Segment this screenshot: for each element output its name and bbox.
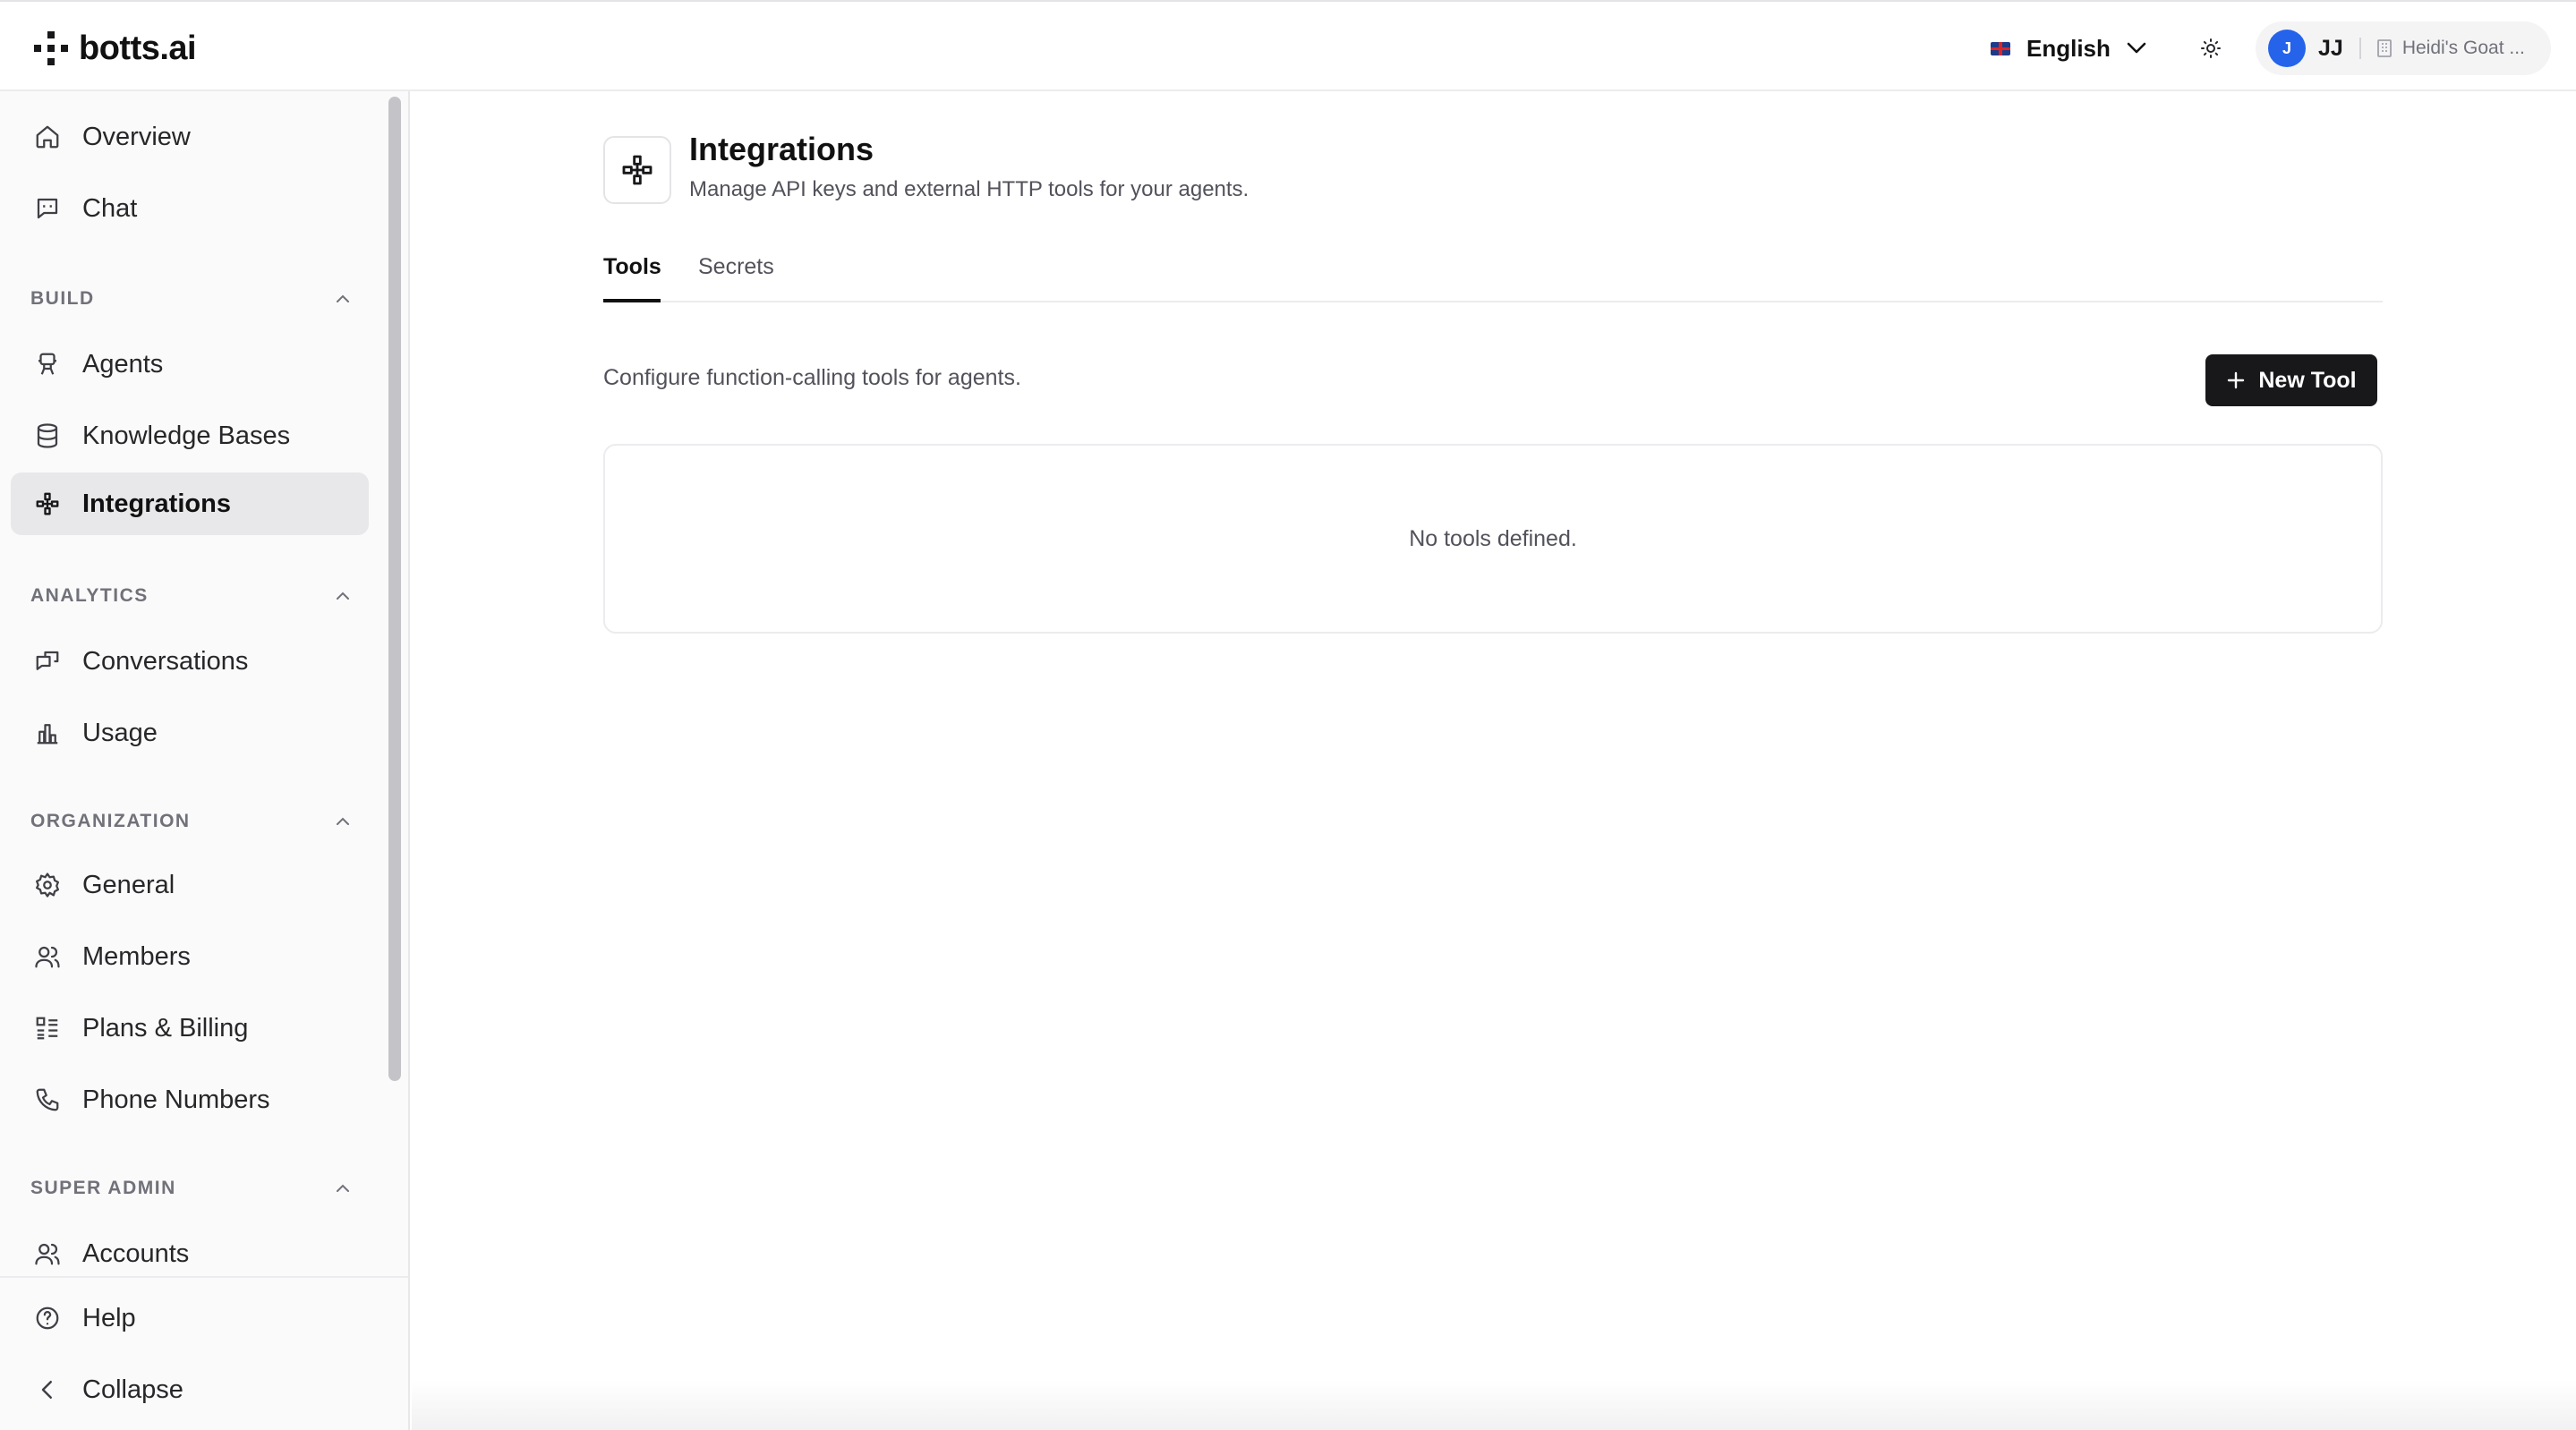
new-tool-label: New Tool: [2258, 367, 2357, 393]
sidebar-item-conversations[interactable]: Conversations: [11, 630, 369, 693]
sidebar-item-general[interactable]: General: [11, 854, 369, 916]
tools-description: Configure function-calling tools for age…: [603, 365, 1021, 390]
sidebar-item-label: Accounts: [82, 1238, 190, 1268]
sidebar-footer: Help Collapse: [0, 1276, 408, 1430]
section-label: BUILD: [30, 288, 95, 309]
building-icon: [2376, 39, 2392, 57]
uk-flag-icon: [1991, 41, 2010, 55]
sidebar-item-label: Integrations: [82, 489, 231, 518]
tab-tools[interactable]: Tools: [603, 243, 661, 302]
section-analytics[interactable]: ANALYTICS: [30, 580, 351, 612]
page-icon: [603, 136, 671, 204]
sidebar-scrollbar[interactable]: [388, 97, 401, 1081]
chevron-up-icon: [337, 1184, 349, 1192]
main-content: Integrations Manage API keys and externa…: [412, 91, 2576, 1430]
sidebar-item-label: Conversations: [82, 646, 249, 676]
sun-icon: [2201, 38, 2221, 58]
section-label: SUPER ADMIN: [30, 1178, 176, 1198]
users-icon: [32, 1238, 63, 1269]
chevron-left-icon: [32, 1375, 63, 1405]
brand-name: botts.ai: [79, 29, 197, 67]
tab-bar: Tools Secrets: [603, 234, 2383, 302]
tab-secrets[interactable]: Secrets: [698, 243, 774, 302]
section-label: ANALYTICS: [30, 585, 149, 606]
help-label: Help: [82, 1303, 136, 1332]
help-button[interactable]: Help: [11, 1287, 369, 1349]
database-icon: [32, 421, 63, 451]
sidebar-item-agents[interactable]: Agents: [11, 333, 369, 396]
sidebar-item-accounts[interactable]: Accounts: [11, 1222, 369, 1276]
organization-name: Heidi's Goat ...: [2401, 38, 2525, 58]
section-super-admin[interactable]: SUPER ADMIN: [30, 1172, 351, 1204]
phone-icon: [32, 1085, 63, 1115]
sidebar-item-plans-billing[interactable]: Plans & Billing: [11, 997, 369, 1060]
plug-icon: [622, 155, 653, 185]
sidebar-item-label: Knowledge Bases: [82, 421, 291, 450]
sidebar-item-label: Agents: [82, 349, 164, 379]
empty-state-text: No tools defined.: [1409, 525, 1577, 551]
tools-empty-state: No tools defined.: [603, 444, 2383, 634]
plus-icon: [2226, 370, 2246, 390]
collapse-label: Collapse: [82, 1375, 183, 1404]
chevron-up-icon: [337, 817, 349, 825]
sidebar-item-label: Usage: [82, 718, 158, 747]
bottom-fade: [412, 1380, 2576, 1430]
logo-mark-icon: [34, 31, 68, 65]
sidebar-item-usage[interactable]: Usage: [11, 702, 369, 764]
brand-logo[interactable]: botts.ai: [34, 29, 197, 68]
sidebar: Overview Chat BUILD Agents Knowledge Bas…: [0, 91, 410, 1430]
sidebar-item-label: Members: [82, 941, 191, 971]
gear-icon: [32, 870, 63, 900]
chevron-up-icon: [337, 592, 349, 600]
top-bar: botts.ai English J JJ Heidi's Goat ...: [0, 0, 2576, 91]
sidebar-item-phone-numbers[interactable]: Phone Numbers: [11, 1068, 369, 1131]
sidebar-item-members[interactable]: Members: [11, 925, 369, 988]
plug-icon: [32, 489, 63, 519]
avatar: J: [2268, 30, 2306, 67]
page-title: Integrations: [689, 131, 874, 167]
sidebar-item-integrations[interactable]: Integrations: [11, 472, 369, 535]
chevron-down-icon: [2127, 42, 2146, 54]
divider: [2358, 38, 2361, 59]
collapse-button[interactable]: Collapse: [11, 1358, 369, 1421]
sidebar-item-label: Overview: [82, 122, 191, 151]
sidebar-item-label: Chat: [82, 193, 138, 223]
bar-chart-icon: [32, 718, 63, 748]
theme-toggle-button[interactable]: [2191, 29, 2231, 68]
sidebar-nav: Overview Chat BUILD Agents Knowledge Bas…: [0, 91, 408, 1276]
sidebar-item-label: General: [82, 870, 175, 899]
section-label: ORGANIZATION: [30, 811, 191, 831]
new-tool-button[interactable]: New Tool: [2205, 354, 2377, 406]
sidebar-item-label: Phone Numbers: [82, 1085, 270, 1114]
language-selector[interactable]: English: [1991, 29, 2146, 68]
page-subtitle: Manage API keys and external HTTP tools …: [689, 177, 1250, 201]
chat-icon: [32, 193, 63, 224]
account-switcher[interactable]: J JJ Heidi's Goat ...: [2256, 21, 2551, 75]
language-label: English: [2026, 34, 2111, 62]
sidebar-item-overview[interactable]: Overview: [11, 106, 369, 168]
robot-icon: [32, 349, 63, 379]
sidebar-item-knowledge-bases[interactable]: Knowledge Bases: [11, 404, 369, 467]
conversations-icon: [32, 646, 63, 677]
home-icon: [32, 122, 63, 152]
user-initials: JJ: [2318, 35, 2343, 61]
chevron-up-icon: [337, 294, 349, 302]
help-circle-icon: [32, 1303, 63, 1333]
users-icon: [32, 941, 63, 972]
section-organization[interactable]: ORGANIZATION: [30, 805, 351, 838]
sidebar-item-chat[interactable]: Chat: [11, 177, 369, 240]
sidebar-item-label: Plans & Billing: [82, 1013, 249, 1043]
list-icon: [32, 1013, 63, 1043]
section-build[interactable]: BUILD: [30, 283, 351, 315]
